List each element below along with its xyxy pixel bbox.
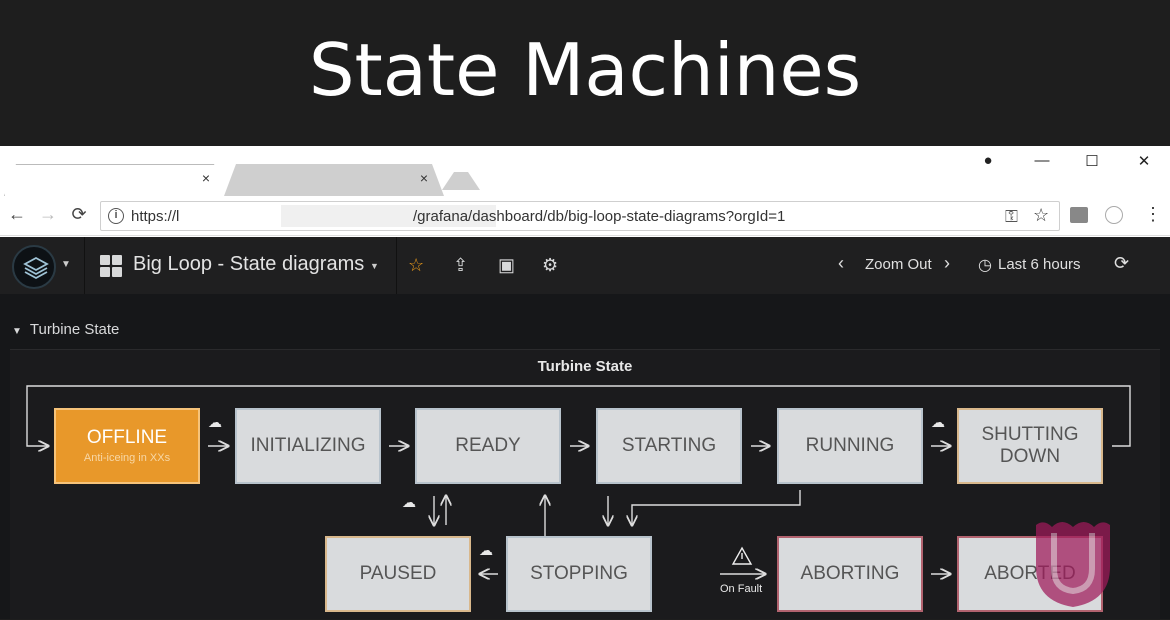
url-text-end: /grafana/dashboard/db/big-loop-state-dia… bbox=[413, 208, 786, 225]
time-range-picker[interactable]: Last 6 hours bbox=[998, 256, 1081, 273]
info-icon[interactable]: i bbox=[108, 208, 124, 224]
tab-inactive[interactable]: × bbox=[224, 164, 444, 196]
state-shutting-down: SHUTTING DOWN bbox=[957, 408, 1103, 484]
tab-active[interactable]: × bbox=[4, 164, 226, 196]
state-sublabel: Anti-iceing in XXs bbox=[83, 452, 171, 464]
divider bbox=[396, 237, 397, 294]
state-paused: PAUSED bbox=[325, 536, 471, 612]
forward-button[interactable]: → bbox=[37, 204, 59, 225]
refresh-icon[interactable]: ⟳ bbox=[1114, 253, 1129, 274]
state-initializing: INITIALIZING bbox=[235, 408, 381, 484]
tab-close-icon[interactable]: × bbox=[202, 170, 210, 186]
new-tab-button[interactable] bbox=[442, 172, 480, 190]
menu-icon[interactable]: ⋮ bbox=[1144, 204, 1162, 225]
clock-icon: ◷ bbox=[978, 257, 992, 274]
maximize-button[interactable]: ☐ bbox=[1080, 152, 1104, 170]
dashboard-navbar: ▼ Big Loop - State diagrams ▼ ☆ ⇪ ▣ ⚙ ‹ … bbox=[0, 237, 1170, 294]
address-bar: ← → ⟳ i https://l /grafana/dashboard/db/… bbox=[0, 196, 1170, 236]
reload-button[interactable]: ⟳ bbox=[68, 204, 90, 225]
url-input[interactable]: i https://l /grafana/dashboard/db/big-lo… bbox=[100, 201, 1060, 231]
chevron-down-icon: ▼ bbox=[12, 326, 22, 337]
chevron-down-icon[interactable]: ▼ bbox=[61, 259, 71, 270]
cloud-icon: ☁ bbox=[931, 414, 945, 430]
cloud-icon: ☁ bbox=[208, 414, 222, 430]
state-ready: READY bbox=[415, 408, 561, 484]
state-label: OFFLINE bbox=[86, 427, 168, 448]
url-text-start: https://l bbox=[131, 208, 180, 225]
chevron-down-icon: ▼ bbox=[370, 261, 379, 271]
on-fault-label: On Fault bbox=[720, 583, 763, 595]
grafana-logo-icon[interactable] bbox=[12, 245, 56, 289]
back-button[interactable]: ← bbox=[6, 204, 28, 225]
minimize-button[interactable]: — bbox=[1030, 152, 1054, 169]
extension-icon[interactable] bbox=[1070, 207, 1088, 223]
state-starting: STARTING bbox=[596, 408, 742, 484]
settings-gear-icon[interactable]: ⚙ bbox=[542, 255, 558, 276]
extension-circle-icon[interactable] bbox=[1105, 206, 1123, 224]
grafana-app: ▼ Big Loop - State diagrams ▼ ☆ ⇪ ▣ ⚙ ‹ … bbox=[0, 237, 1170, 619]
account-icon[interactable]: ● bbox=[976, 152, 1000, 169]
bookmark-star-icon[interactable]: ☆ bbox=[1033, 205, 1049, 226]
zoom-out-button[interactable]: Zoom Out bbox=[865, 256, 932, 273]
state-stopping: STOPPING bbox=[506, 536, 652, 612]
time-back-icon[interactable]: ‹ bbox=[838, 253, 844, 274]
divider bbox=[84, 237, 85, 294]
row-title-label: Turbine State bbox=[29, 321, 120, 338]
cloud-icon: ☁ bbox=[402, 494, 416, 510]
star-icon[interactable]: ☆ bbox=[408, 255, 424, 276]
conference-logo-icon bbox=[1036, 522, 1110, 607]
close-window-button[interactable]: ✕ bbox=[1132, 152, 1156, 170]
tab-close-icon[interactable]: × bbox=[420, 170, 428, 186]
state-offline: OFFLINE Anti-iceing in XXs bbox=[54, 408, 200, 484]
key-icon[interactable]: ⚿ bbox=[1005, 207, 1018, 227]
slide-title: State Machines bbox=[0, 0, 1170, 146]
dashboard-grid-icon bbox=[100, 255, 122, 277]
share-icon[interactable]: ⇪ bbox=[453, 255, 468, 276]
tab-strip: × × ● — ☐ ✕ bbox=[0, 146, 1170, 196]
save-icon[interactable]: ▣ bbox=[498, 255, 515, 276]
browser-window: × × ● — ☐ ✕ ← → ⟳ i https://l /grafana/d… bbox=[0, 146, 1170, 619]
turbine-state-panel: Turbine State OFFLINE Anti-iceing in XXs… bbox=[10, 349, 1160, 619]
state-aborting: ABORTING bbox=[777, 536, 923, 612]
row-title[interactable]: ▼ Turbine State bbox=[12, 321, 119, 338]
dashboard-title: Big Loop - State diagrams bbox=[133, 253, 365, 275]
state-running: RUNNING bbox=[777, 408, 923, 484]
time-forward-icon[interactable]: › bbox=[944, 253, 950, 274]
cloud-icon: ☁ bbox=[479, 542, 493, 558]
